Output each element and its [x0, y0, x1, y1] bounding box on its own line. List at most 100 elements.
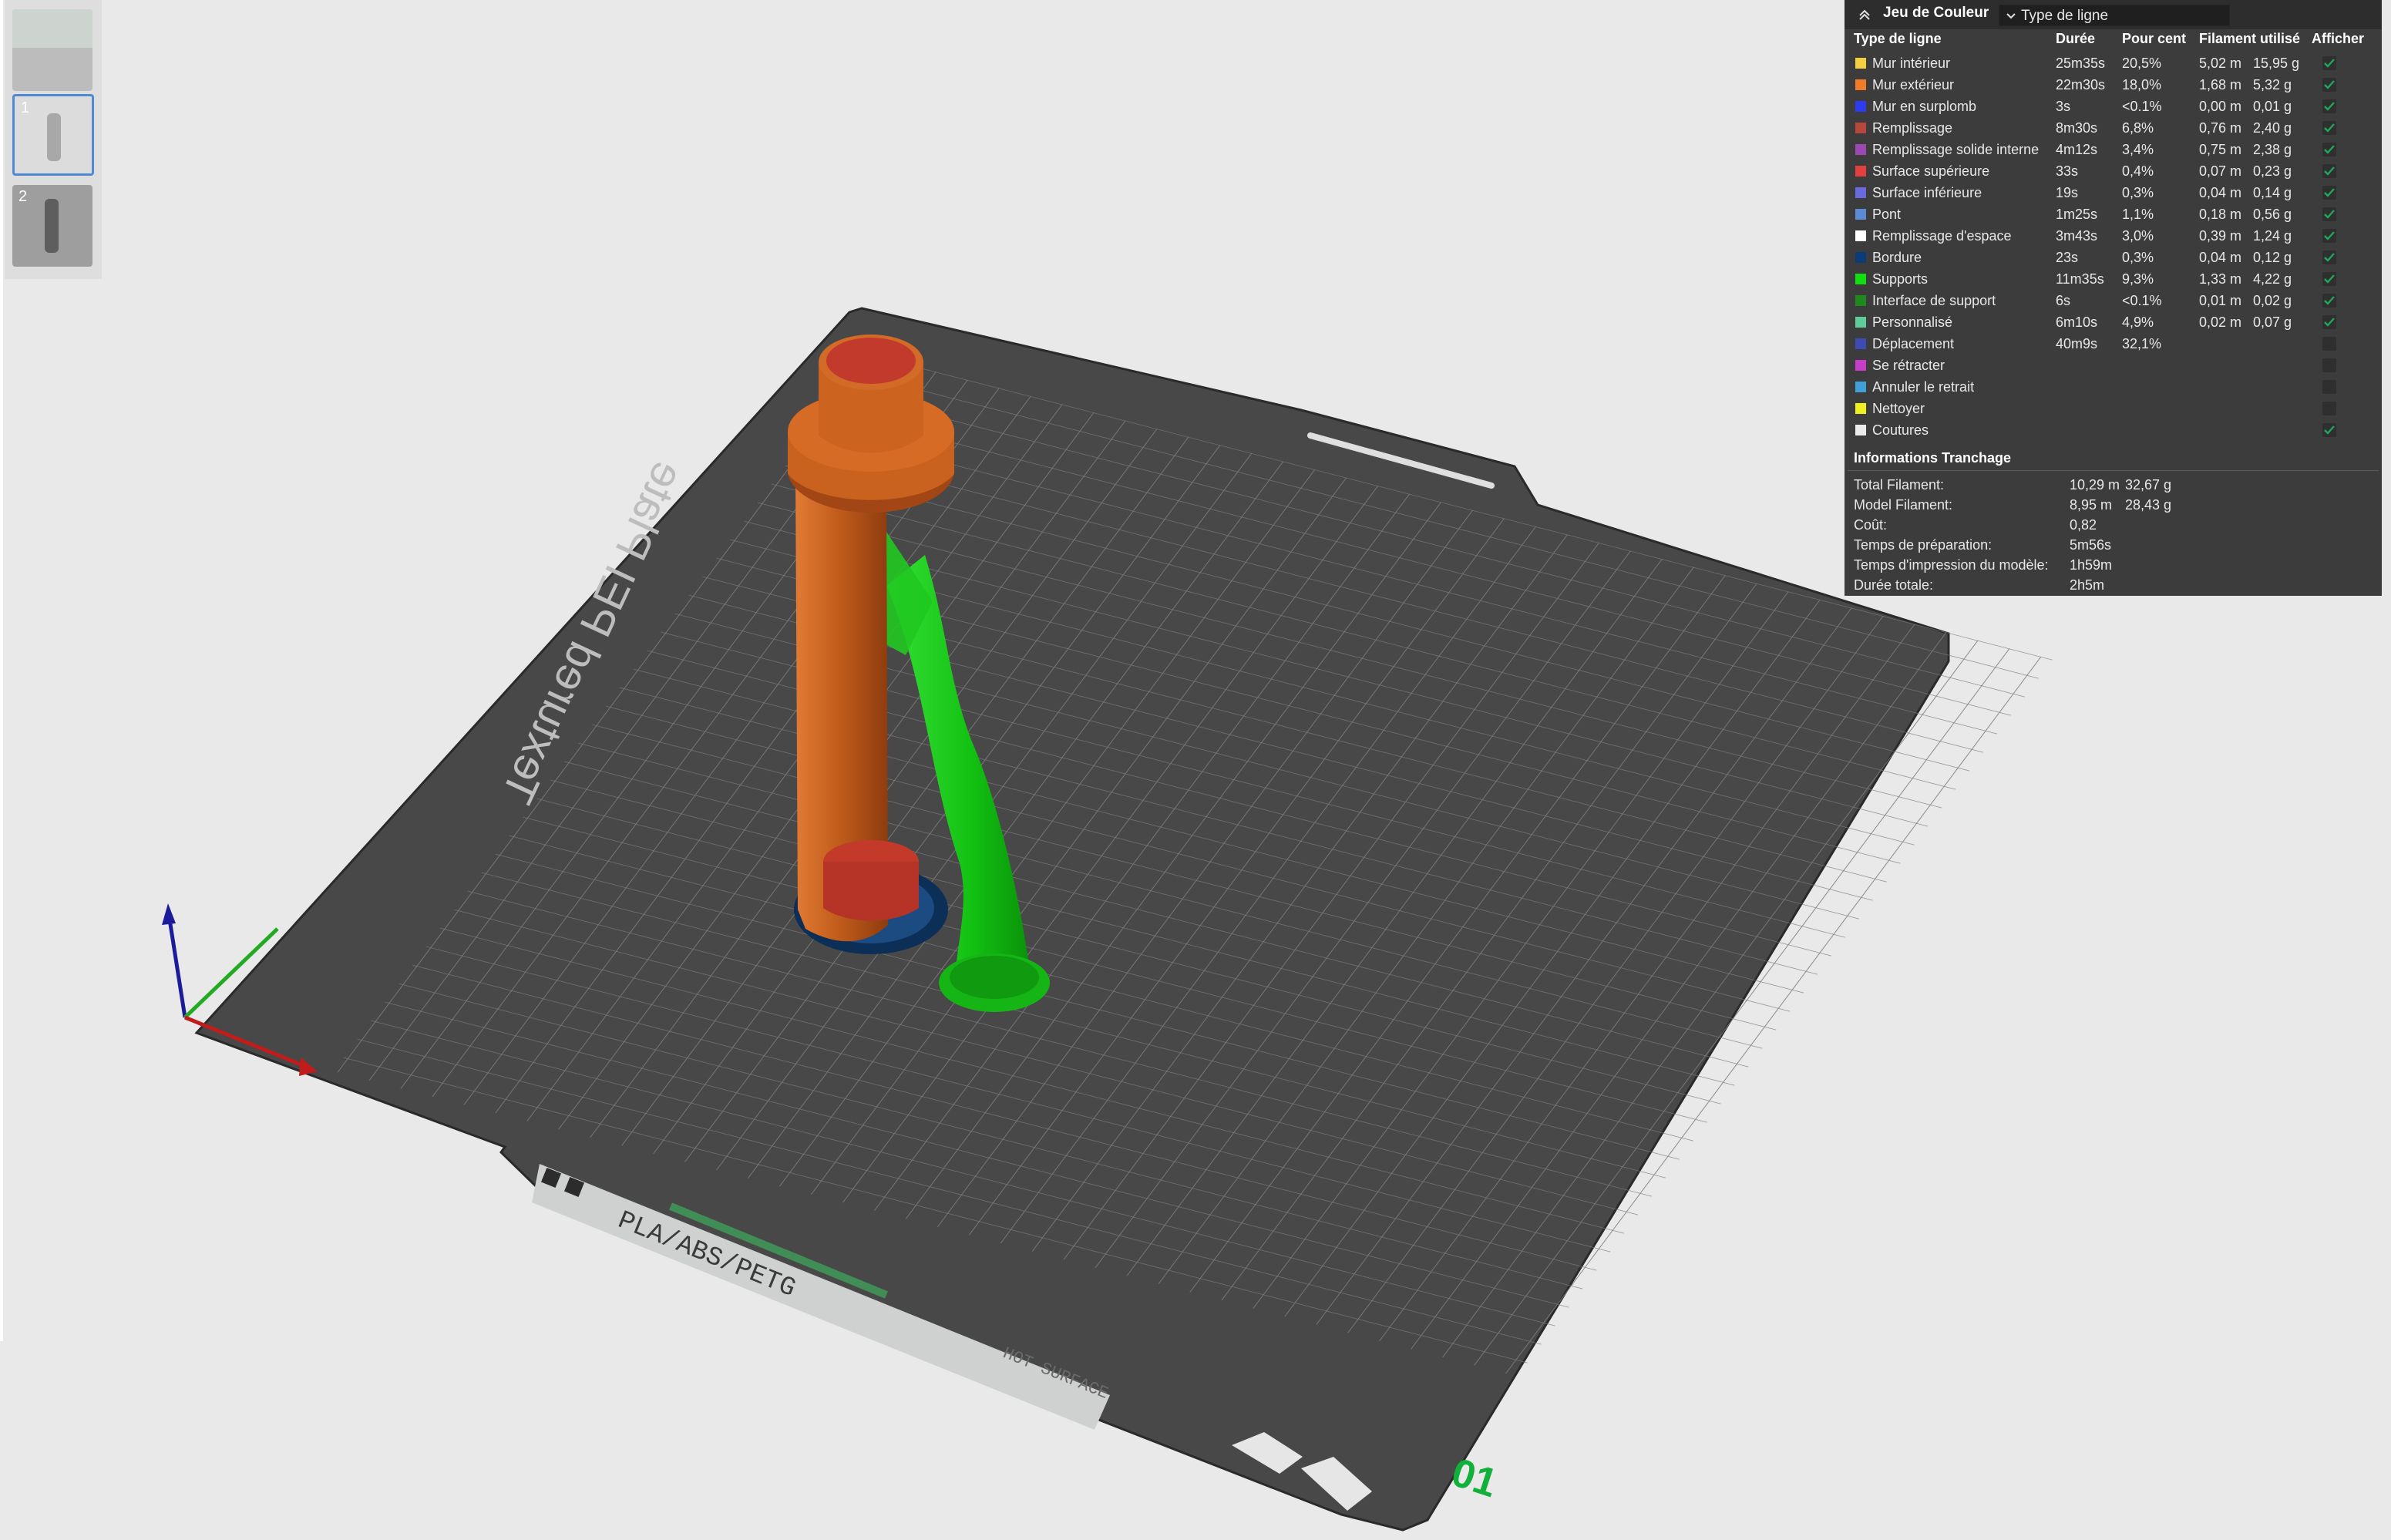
checkmark-icon	[2324, 210, 2335, 219]
visibility-checkbox[interactable]	[2322, 358, 2336, 372]
feature-percent: 0,4%	[2122, 163, 2154, 179]
legend-row[interactable]: Personnalisé 6m10s 4,9% 0,02 m 0,07 g	[1845, 311, 2382, 333]
checkmark-icon	[2324, 80, 2335, 89]
legend-row[interactable]: Mur intérieur 25m35s 20,5% 5,02 m 15,95 g	[1845, 52, 2382, 74]
feature-percent: 3,4%	[2122, 142, 2154, 157]
legend-row[interactable]: Bordure 23s 0,3% 0,04 m 0,12 g	[1845, 247, 2382, 268]
visibility-checkbox[interactable]	[2322, 380, 2336, 394]
visibility-checkbox[interactable]	[2322, 294, 2336, 308]
info-value: 10,29 m	[2070, 477, 2120, 493]
color-swatch	[1855, 144, 1866, 155]
legend-header: Jeu de Couleur Type de ligne	[1845, 0, 2382, 29]
column-header-percent: Pour cent	[2122, 31, 2187, 46]
column-header-duration: Durée	[2056, 31, 2096, 46]
feature-duration: 25m35s	[2056, 55, 2106, 71]
visibility-checkbox[interactable]	[2322, 78, 2336, 92]
legend-row[interactable]: Surface supérieure 33s 0,4% 0,07 m 0,23 g	[1845, 160, 2382, 182]
visibility-checkbox[interactable]	[2322, 315, 2336, 329]
feature-duration: 11m35s	[2056, 271, 2104, 287]
feature-name: Déplacement	[1872, 336, 1955, 351]
legend-row[interactable]: Se rétracter	[1845, 355, 2382, 376]
visibility-checkbox[interactable]	[2322, 143, 2336, 156]
thumbnail-plate-1[interactable]: 1	[12, 94, 94, 176]
thumbnail-plate-2[interactable]: 2	[12, 185, 92, 267]
visibility-checkbox[interactable]	[2322, 186, 2336, 200]
feature-name: Personnalisé	[1872, 314, 1953, 330]
feature-name: Mur intérieur	[1872, 55, 1951, 71]
feature-length: 0,01 m	[2199, 293, 2242, 308]
legend-row[interactable]: Surface inférieure 19s 0,3% 0,04 m 0,14 g	[1845, 182, 2382, 203]
visibility-checkbox[interactable]	[2322, 121, 2336, 135]
feature-percent: 18,0%	[2122, 77, 2162, 92]
thumbnail-number: 2	[18, 188, 28, 205]
visibility-checkbox[interactable]	[2322, 402, 2336, 415]
legend-row[interactable]: Déplacement 40m9s 32,1%	[1845, 333, 2382, 355]
legend-row[interactable]: Pont 1m25s 1,1% 0,18 m 0,56 g	[1845, 203, 2382, 225]
feature-length: 0,04 m	[2199, 250, 2242, 265]
legend-row[interactable]: Mur en surplomb 3s <0.1% 0,00 m 0,01 g	[1845, 96, 2382, 117]
feature-percent: 0,3%	[2122, 185, 2154, 200]
feature-weight: 0,02 g	[2253, 293, 2292, 308]
feature-name: Annuler le retrait	[1872, 379, 1975, 395]
legend-row[interactable]: Supports 11m35s 9,3% 1,33 m 4,22 g	[1845, 268, 2382, 290]
legend-row[interactable]: Coutures	[1845, 419, 2382, 441]
feature-weight: 0,01 g	[2253, 99, 2292, 114]
color-swatch	[1855, 403, 1866, 414]
legend-row[interactable]: Nettoyer	[1845, 398, 2382, 419]
info-label: Temps d'impression du modèle:	[1854, 557, 2049, 573]
color-swatch	[1855, 209, 1866, 220]
feature-percent: 32,1%	[2122, 336, 2162, 351]
feature-length: 1,33 m	[2199, 271, 2242, 287]
feature-weight: 0,23 g	[2253, 163, 2292, 179]
legend-row[interactable]: Interface de support 6s <0.1% 0,01 m 0,02 g	[1845, 290, 2382, 311]
feature-name: Mur en surplomb	[1872, 99, 1977, 114]
legend-title: Jeu de Couleur	[1883, 5, 1989, 21]
thumbnail-number: 1	[21, 99, 30, 116]
visibility-checkbox[interactable]	[2322, 251, 2336, 264]
slicing-info-row: Temps d'impression du modèle: 1h59m	[1845, 555, 2382, 575]
legend-row[interactable]: Annuler le retrait	[1845, 376, 2382, 398]
color-swatch	[1855, 338, 1866, 349]
info-value-secondary: 28,43 g	[2125, 497, 2172, 513]
plate-thumbnails: 1 2	[5, 0, 102, 279]
checkmark-icon	[2324, 296, 2335, 305]
color-swatch	[1855, 274, 1866, 284]
chevron-up-icon[interactable]	[1857, 6, 1872, 22]
checkmark-icon	[2324, 145, 2335, 154]
checkmark-icon	[2324, 231, 2335, 240]
visibility-checkbox[interactable]	[2322, 337, 2336, 351]
feature-percent: 20,5%	[2122, 55, 2162, 71]
visibility-checkbox[interactable]	[2322, 207, 2336, 221]
column-header-type: Type de ligne	[1854, 31, 1942, 46]
info-label: Temps de préparation:	[1854, 537, 1993, 553]
visibility-checkbox[interactable]	[2322, 272, 2336, 286]
checkmark-icon	[2324, 123, 2335, 133]
visibility-checkbox[interactable]	[2322, 229, 2336, 243]
feature-name: Remplissage	[1872, 120, 1953, 136]
info-label: Durée totale:	[1854, 577, 1934, 593]
feature-duration: 4m12s	[2056, 142, 2098, 157]
visibility-checkbox[interactable]	[2322, 99, 2336, 113]
visibility-checkbox[interactable]	[2322, 56, 2336, 70]
info-value: 8,95 m	[2070, 497, 2113, 513]
feature-length: 0,18 m	[2199, 207, 2242, 222]
legend-row[interactable]: Remplissage 8m30s 6,8% 0,76 m 2,40 g	[1845, 117, 2382, 139]
feature-length: 0,75 m	[2199, 142, 2242, 157]
legend-row[interactable]: Mur extérieur 22m30s 18,0% 1,68 m 5,32 g	[1845, 74, 2382, 96]
visibility-checkbox[interactable]	[2322, 164, 2336, 178]
color-swatch	[1855, 187, 1866, 198]
visibility-checkbox[interactable]	[2322, 423, 2336, 437]
slicing-info-row: Durée totale: 2h5m	[1845, 575, 2382, 595]
info-value-secondary: 32,67 g	[2125, 477, 2172, 493]
view-type-select[interactable]: Type de ligne	[1999, 5, 2230, 26]
thumbnail-plate-0[interactable]	[12, 9, 92, 91]
build-plate: Textured PEI Plate PLA/ABS/PETG HOT SURF…	[194, 307, 2053, 1532]
feature-name: Se rétracter	[1872, 358, 1945, 373]
feature-weight: 15,95 g	[2253, 55, 2300, 71]
feature-duration: 3s	[2056, 99, 2071, 114]
info-value: 2h5m	[2070, 577, 2105, 593]
legend-row[interactable]: Remplissage d'espace 3m43s 3,0% 0,39 m 1,24 …	[1845, 225, 2382, 247]
legend-row[interactable]: Remplissage solide interne 4m12s 3,4% 0,75 …	[1845, 139, 2382, 160]
feature-length: 0,00 m	[2199, 99, 2242, 114]
feature-name: Pont	[1872, 207, 1902, 222]
